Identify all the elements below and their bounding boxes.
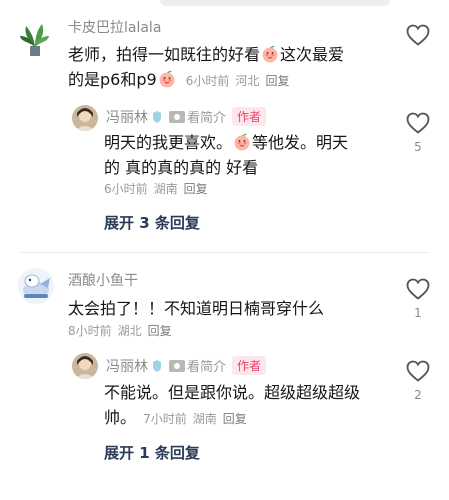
reply-username[interactable]: 冯丽林 [106,110,148,126]
heart-outline-icon [406,24,430,46]
avatar[interactable] [72,353,98,379]
peach-emoji-icon [158,70,176,88]
comment-meta: 8小时前 湖北 回复 [68,322,178,339]
reply-time: 7小时前 [143,412,187,426]
comment-location: 河北 [235,74,260,88]
camera-icon [169,111,185,123]
like-button[interactable]: 2 [405,360,431,402]
reply-header: 冯丽林 看简介 作者 [106,356,267,376]
verified-badge-icon [151,110,163,124]
comment-location: 湖北 [117,324,142,338]
reply-button[interactable]: 回复 [223,412,247,426]
reply-text: 明天的我更喜欢。 等他发。明天 的 真的真的真的 好看 [104,133,349,177]
avatar[interactable] [18,268,54,304]
avatar[interactable] [18,20,50,58]
like-button[interactable] [405,24,431,48]
like-button[interactable]: 5 [405,112,431,154]
comment-time: 8小时前 [68,324,112,338]
author-badge: 作者 [232,356,267,375]
reply-username[interactable]: 冯丽林 [106,359,148,375]
top-edge [160,0,390,6]
like-count: 5 [414,140,422,154]
reply-meta: 7小时前 湖南 回复 [143,412,253,426]
reply-text: 不能说。但是跟你说。超级超级超级 帅。 7小时前 湖南 回复 [104,383,361,427]
heart-outline-icon [406,112,430,134]
heart-outline-icon [406,278,430,300]
like-count: 2 [414,388,422,402]
comment-time: 6小时前 [185,74,230,88]
comment-username[interactable]: 卡皮巴拉lalala [68,17,161,37]
expand-replies-button[interactable]: 展开 3 条回复 [104,212,200,233]
reply-button[interactable]: 回复 [148,324,172,338]
reply-time: 6小时前 [104,182,148,196]
reply-meta: 6小时前 湖南 回复 [104,180,214,197]
author-badge: 作者 [232,107,267,126]
profile-link[interactable]: 看简介 [169,111,226,126]
avatar[interactable] [72,105,98,131]
reply-location: 湖南 [153,182,178,196]
profile-link[interactable]: 看简介 [169,360,226,375]
expand-replies-button[interactable]: 展开 1 条回复 [104,442,200,463]
comment-text: 太会拍了！！不知道明日楠哥穿什么 [68,299,325,318]
comment-username[interactable]: 酒酿小鱼干 [68,270,138,290]
divider [20,252,430,253]
comment-meta: 6小时前 河北 回复 [186,74,296,88]
peach-emoji-icon [233,133,251,151]
like-count: 1 [414,306,422,320]
reply-header: 冯丽林 看简介 作者 [106,107,267,127]
comment-text: 老师，拍得一如既往的好看 这次最爱 的是p6和p9 6小时前 河北 回复 [68,45,345,89]
like-button[interactable]: 1 [405,278,431,320]
reply-location: 湖南 [192,412,217,426]
heart-outline-icon [406,360,430,382]
peach-emoji-icon [261,45,279,63]
verified-badge-icon [151,359,163,373]
reply-button[interactable]: 回复 [184,182,208,196]
camera-icon [169,360,185,372]
reply-button[interactable]: 回复 [265,74,289,88]
